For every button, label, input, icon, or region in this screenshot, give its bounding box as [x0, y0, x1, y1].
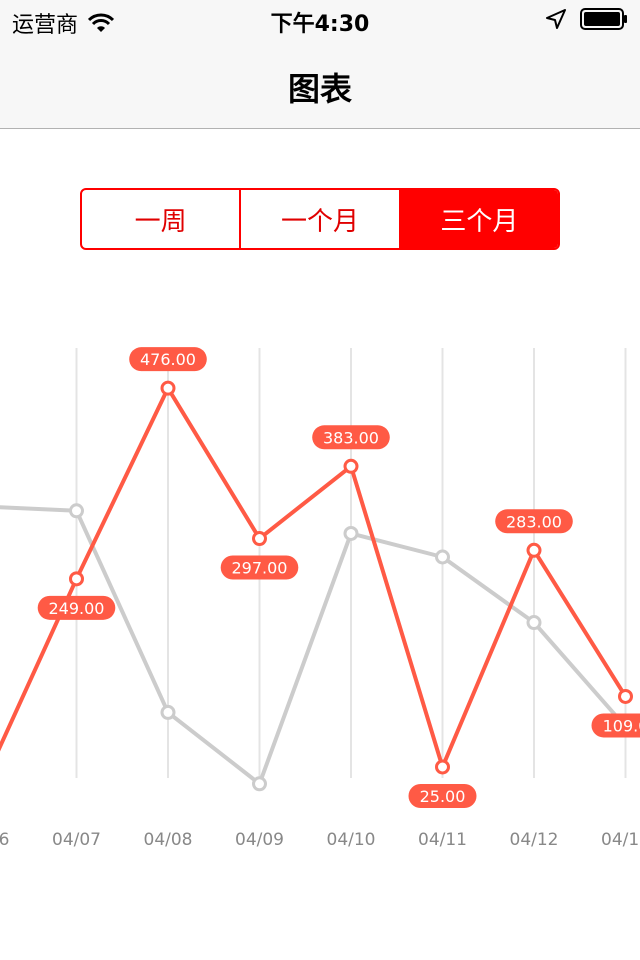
data-point: [435, 759, 450, 775]
x-tick-label: 04/11: [418, 830, 467, 850]
x-tick-label: 04/12: [510, 830, 559, 850]
status-right: [546, 8, 628, 30]
navigation-bar: 图表: [0, 40, 640, 129]
data-point: [69, 503, 84, 519]
battery-icon: [580, 8, 627, 30]
data-point: [160, 704, 176, 720]
data-point: [252, 776, 267, 792]
segment-three-months[interactable]: 三个月: [400, 190, 558, 248]
status-bar: 运营商 下午4:30: [0, 0, 640, 40]
data-point: [526, 542, 542, 558]
data-point: [343, 525, 359, 541]
x-tick-label: 04/09: [235, 830, 284, 850]
time-range-segmented-control: 一周 一个月 三个月: [80, 188, 560, 250]
data-point: [160, 380, 176, 396]
x-tick-label: 04/10: [327, 830, 376, 850]
data-label: 25.00: [420, 787, 466, 806]
location-arrow-icon: [546, 9, 566, 29]
status-time: 下午4:30: [270, 12, 370, 37]
x-tick-label: 04/08: [144, 830, 193, 850]
data-point: [343, 458, 359, 474]
x-tick-label: 04/07: [52, 830, 101, 850]
data-point: [69, 571, 84, 587]
data-label: 249.00: [49, 599, 105, 618]
x-tick-label: 04/13: [601, 830, 640, 850]
segment-one-week[interactable]: 一周: [82, 190, 242, 248]
data-point: [618, 688, 633, 704]
page-title: 图表: [287, 70, 352, 108]
data-point: [252, 531, 267, 547]
data-label: 297.00: [232, 559, 288, 578]
segment-one-month[interactable]: 一个月: [241, 190, 401, 248]
data-label: 283.00: [506, 512, 562, 531]
series-line: [0, 386, 628, 769]
x-tick-label: 04/06: [0, 830, 10, 850]
data-point: [435, 549, 450, 565]
data-label: 109.0: [603, 716, 640, 735]
data-label: 383.00: [323, 428, 379, 447]
data-label: 476.00: [140, 350, 196, 369]
data-point: [526, 615, 542, 631]
line-chart: 04/06 04/07 04/08 04/09 04/10 04/11 04/12 04/13…: [0, 347, 640, 850]
